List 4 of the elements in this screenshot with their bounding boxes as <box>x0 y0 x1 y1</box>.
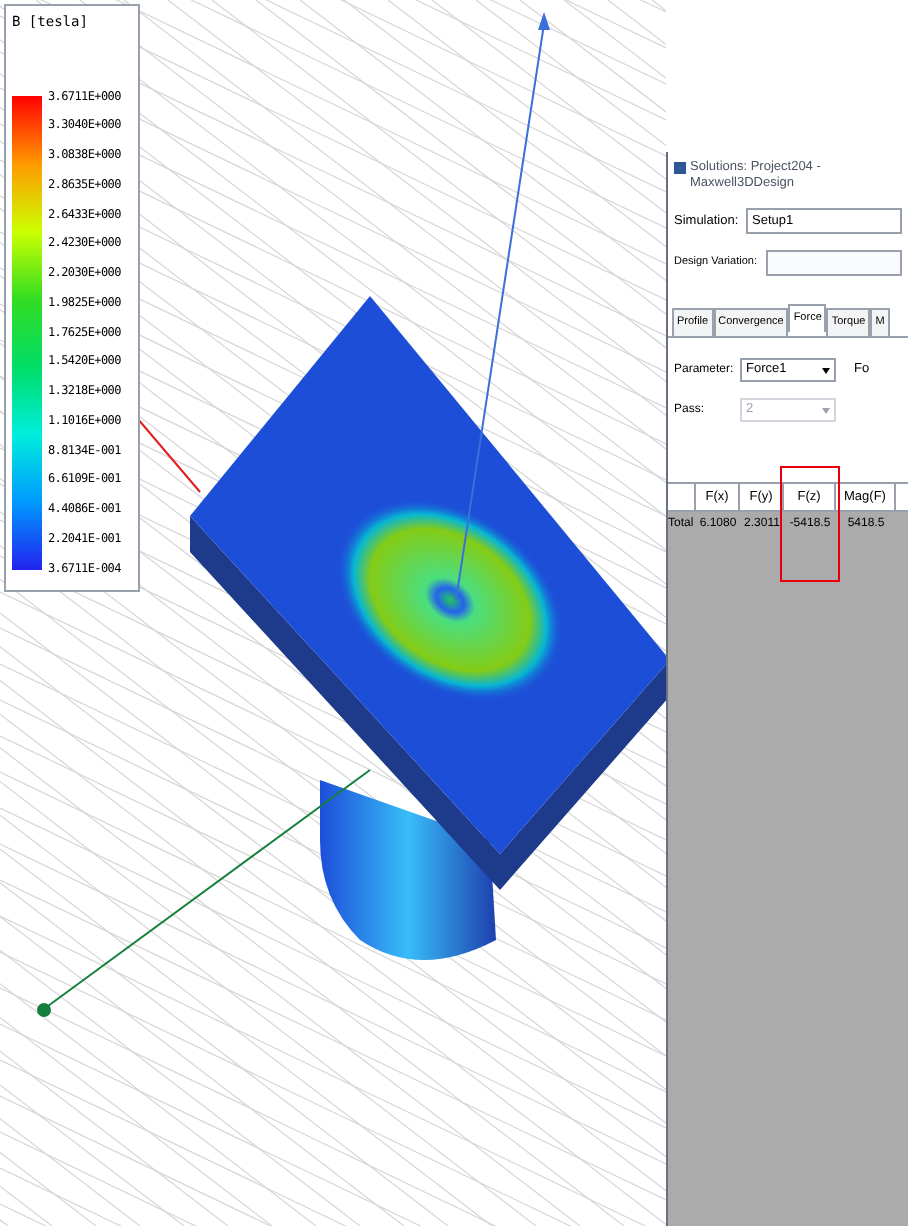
dropdown-arrow-icon <box>822 407 830 413</box>
window-icon <box>674 162 686 174</box>
dropdown-arrow-icon <box>822 367 830 373</box>
design-variation-field[interactable] <box>766 250 902 276</box>
